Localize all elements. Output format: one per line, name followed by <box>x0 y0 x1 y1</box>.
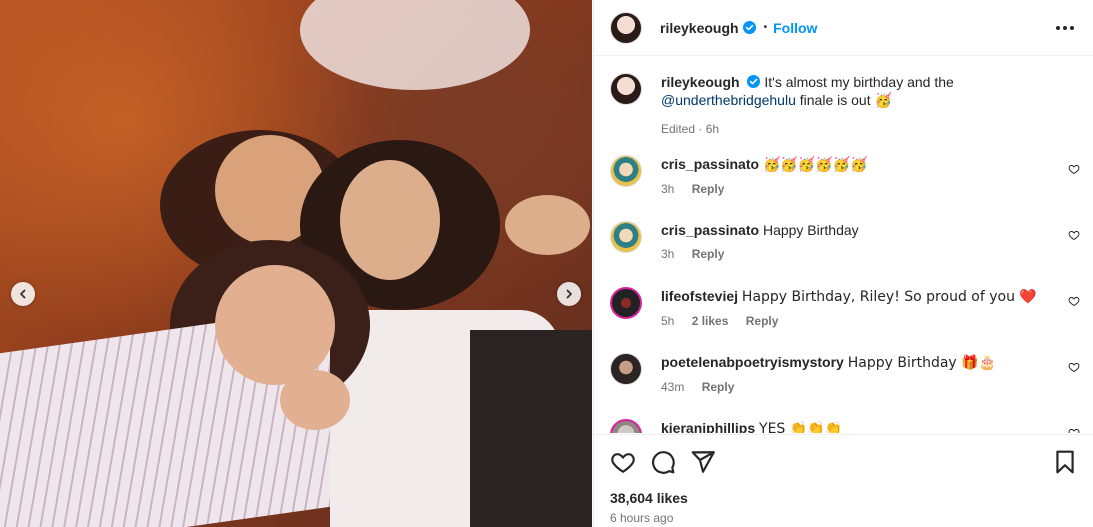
comments-list[interactable]: rileykeough It's almost my birthday and … <box>594 57 1093 433</box>
caption-tail: finale is out <box>799 92 871 108</box>
photo-shadow <box>470 330 592 527</box>
post-header: rileykeough • Follow <box>594 0 1093 56</box>
comment-time: 43m <box>661 380 685 394</box>
heart-icon[interactable] <box>1068 295 1080 307</box>
next-photo-button[interactable] <box>557 282 581 306</box>
photo-hand <box>280 370 350 430</box>
likes-count[interactable]: 38,604 likes <box>610 490 688 506</box>
comment-username[interactable]: cris_passinato <box>661 156 759 172</box>
caption-edited-time: Edited · 6h <box>661 122 720 136</box>
more-options-icon[interactable] <box>1056 26 1074 30</box>
reply-button[interactable]: Reply <box>746 314 779 328</box>
comment-time: 5h <box>661 314 675 328</box>
photo-hand <box>505 195 590 255</box>
chevron-right-icon <box>566 289 572 299</box>
comment-username[interactable]: poetelenabpoetryismystory <box>661 354 844 370</box>
heart-icon[interactable] <box>610 449 636 475</box>
caption-text: It's almost my birthday and the <box>764 74 954 90</box>
verified-badge-icon <box>747 75 761 88</box>
comment-username[interactable]: cris_passinato <box>661 222 759 238</box>
commenter-avatar[interactable] <box>610 155 642 187</box>
author-avatar[interactable] <box>610 11 642 44</box>
comment-likes-link[interactable]: 2 likes <box>692 314 729 328</box>
post-footer: 38,604 likes 6 hours ago <box>594 434 1093 527</box>
comment-text: YES 👏👏👏 <box>759 421 843 433</box>
heart-icon[interactable] <box>1068 361 1080 373</box>
comment-icon[interactable] <box>650 449 676 475</box>
commenter-avatar[interactable] <box>610 353 642 385</box>
commenter-avatar[interactable] <box>610 287 642 319</box>
comment-username[interactable]: kieranjphillips <box>661 420 755 433</box>
comment-text: Happy Birthday, Riley! So proud of you ❤… <box>741 289 1037 305</box>
comment-text: 🥳🥳🥳🥳🥳🥳 <box>762 157 868 173</box>
commenter-avatar[interactable] <box>610 221 642 253</box>
comment-text: Happy Birthday 🎁🎂 <box>847 355 997 371</box>
photo-face <box>340 160 440 280</box>
heart-icon[interactable] <box>1068 229 1080 241</box>
verified-badge-icon <box>742 21 756 34</box>
post-timestamp[interactable]: 6 hours ago <box>610 511 673 525</box>
caption-emoji: 🥳 <box>874 93 892 109</box>
heart-icon[interactable] <box>1068 427 1080 433</box>
comment-text: Happy Birthday <box>762 222 859 238</box>
comment-time: 3h <box>661 182 675 196</box>
previous-photo-button[interactable] <box>11 282 35 306</box>
reply-button[interactable]: Reply <box>692 247 725 261</box>
photo-face <box>215 265 335 385</box>
comment-username[interactable]: lifeofsteviej <box>661 288 738 304</box>
bookmark-icon[interactable] <box>1052 449 1078 475</box>
caption-username[interactable]: rileykeough <box>661 74 740 90</box>
commenter-avatar[interactable] <box>610 419 642 433</box>
chevron-left-icon <box>20 289 26 299</box>
reply-button[interactable]: Reply <box>692 182 725 196</box>
caption-body: rileykeough It's almost my birthday and … <box>661 73 1051 138</box>
reply-button[interactable]: Reply <box>702 380 735 394</box>
post-side-panel: rileykeough • Follow rileykeough It's al… <box>593 0 1093 527</box>
share-icon[interactable] <box>690 449 716 475</box>
author-username[interactable]: rileykeough <box>660 20 739 36</box>
comment-time: 3h <box>661 247 675 261</box>
photo-pillow <box>300 0 530 90</box>
post-photo[interactable] <box>0 0 592 527</box>
heart-icon[interactable] <box>1068 163 1080 175</box>
author-avatar[interactable] <box>610 73 642 105</box>
caption-mention-link[interactable]: @underthebridgehulu <box>661 92 796 108</box>
header-separator: • <box>763 22 768 33</box>
action-bar <box>610 449 1078 475</box>
follow-button[interactable]: Follow <box>773 20 817 36</box>
